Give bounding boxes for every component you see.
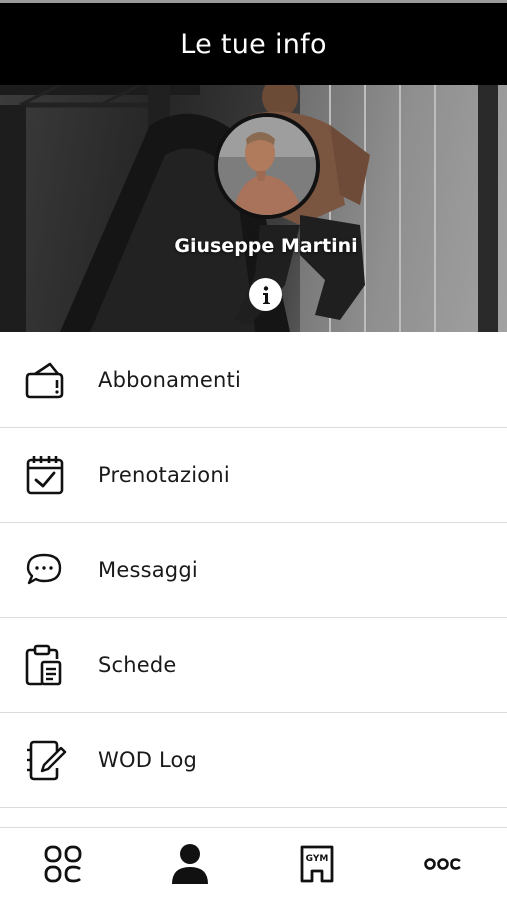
tab-home[interactable] — [0, 828, 127, 900]
menu-item-abbonamenti[interactable]: Abbonamenti — [0, 333, 507, 428]
profile-menu: Abbonamenti Prenotazioni Messaggi Schede… — [0, 333, 507, 808]
more-icon — [423, 858, 461, 870]
menu-label-schede: Schede — [98, 653, 177, 677]
tab-more[interactable] — [380, 828, 507, 900]
menu-label-abbonamenti: Abbonamenti — [98, 368, 242, 392]
menu-label-wod-log: WOD Log — [98, 748, 198, 772]
grid-icon — [44, 845, 82, 883]
menu-label-messaggi: Messaggi — [98, 558, 198, 582]
bottom-tab-bar: GYM — [0, 827, 507, 900]
subscription-card-icon — [0, 333, 98, 428]
gym-icon: GYM — [300, 845, 334, 883]
app-header: Le tue info — [0, 3, 507, 85]
tab-gym[interactable]: GYM — [254, 828, 381, 900]
page-title: Le tue info — [180, 28, 327, 60]
info-icon — [262, 285, 270, 304]
profile-name: Giuseppe Martini — [174, 235, 358, 257]
menu-item-schede[interactable]: Schede — [0, 618, 507, 713]
notebook-pen-icon — [0, 713, 98, 808]
user-icon — [172, 844, 209, 884]
tab-profile[interactable] — [127, 828, 254, 900]
avatar[interactable] — [214, 113, 320, 219]
gym-icon-text: GYM — [306, 854, 329, 864]
chat-bubble-icon — [0, 523, 98, 618]
info-button[interactable] — [249, 278, 282, 311]
profile-hero: Giuseppe Martini — [0, 85, 507, 332]
menu-label-prenotazioni: Prenotazioni — [98, 463, 230, 487]
menu-item-messaggi[interactable]: Messaggi — [0, 523, 507, 618]
clipboard-icon — [0, 618, 98, 713]
avatar-photo — [218, 117, 316, 215]
menu-item-prenotazioni[interactable]: Prenotazioni — [0, 428, 507, 523]
calendar-check-icon — [0, 428, 98, 523]
menu-item-wod-log[interactable]: WOD Log — [0, 713, 507, 808]
